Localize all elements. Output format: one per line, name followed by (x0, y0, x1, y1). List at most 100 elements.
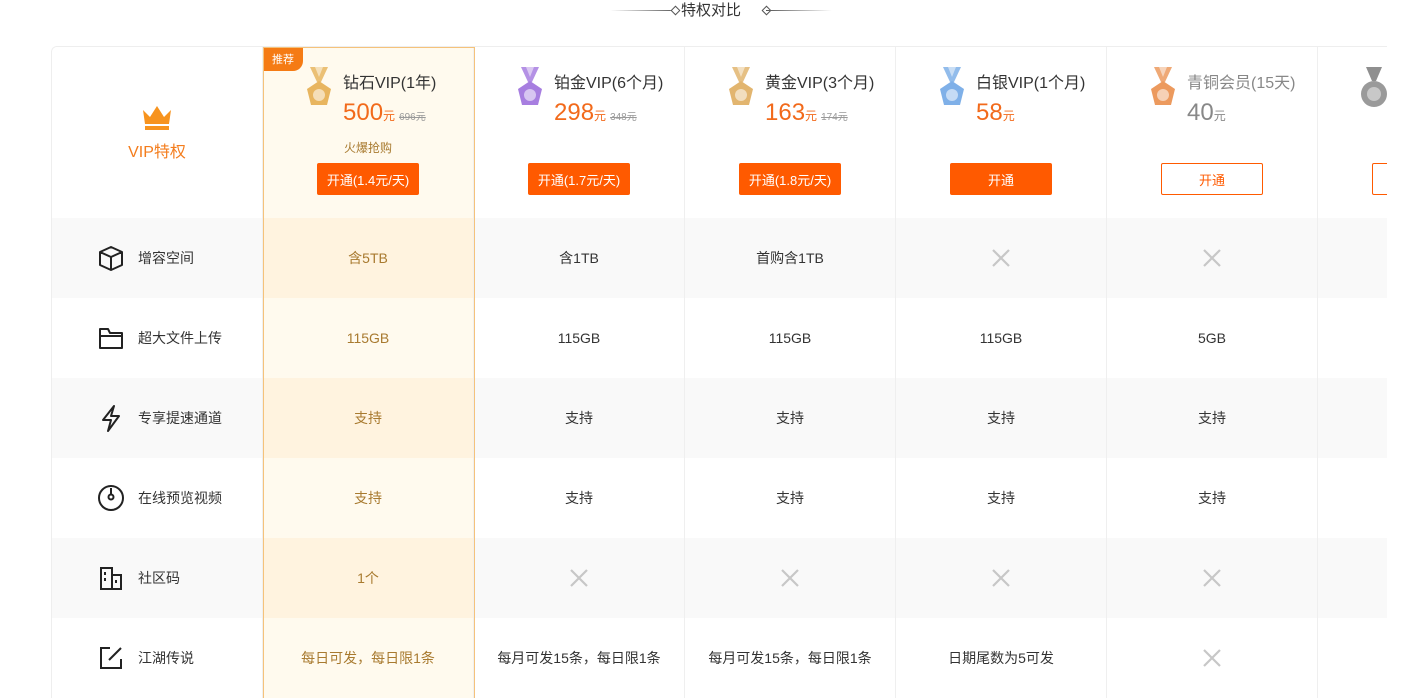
feature-value: 支持 (1198, 410, 1226, 426)
open-plan-button[interactable]: 开通 (950, 163, 1052, 195)
price-unit: 元 (805, 109, 818, 123)
feature-value-cell: 含1TB (474, 218, 685, 298)
title-decoration-left (610, 10, 678, 11)
privilege-comparison-table: VIP特权 推荐 钻石VIP(1年) 500元 696元 火爆抢购 开通(1.4元/天)… (51, 46, 1387, 698)
plan-price: 298 (554, 99, 595, 126)
unsupported-x-icon (781, 569, 799, 587)
feature-value-cell (1107, 218, 1318, 298)
original-price: 174元 (821, 112, 848, 123)
plan-header-cell: 青铜会员(15天) 40元开通 (1107, 47, 1318, 218)
feature-row: 江湖传说 每日可发，每日限1条 每月可发15条，每日限1条 每月可发15条，每日限1… (52, 618, 1387, 698)
vip-privilege-label: VIP特权 (128, 143, 186, 161)
lightning-icon (102, 405, 120, 432)
feature-value: 115GB (768, 330, 812, 346)
feature-value: 日期尾数为5可发 (948, 650, 1054, 666)
hot-sale-tag: 火爆抢购 (343, 141, 392, 155)
open-plan-button[interactable]: 开通(1.4元/天) (317, 163, 419, 195)
feature-value: 首购含1TB (756, 250, 824, 266)
feature-value: 115GB (346, 330, 390, 346)
feature-value-cell: 含5TB (263, 218, 474, 298)
feature-value-cell (685, 538, 896, 618)
feature-value-cell (1318, 218, 1387, 298)
plan-name: 青铜会员(15天) (1187, 75, 1296, 92)
feature-value-cell: 支持 (263, 458, 474, 538)
feature-value-cell: 5GB (1107, 298, 1318, 378)
plan-header-cell: 铂金VIP(6个月) 298元 348元 开通(1.7元/天) (474, 47, 685, 218)
feature-value-cell (1107, 538, 1318, 618)
feature-value: 每日可发，每日限1条 (301, 650, 435, 666)
feature-value: 支持 (354, 410, 382, 426)
original-price: 696元 (399, 112, 426, 123)
price-unit: 元 (1002, 109, 1015, 123)
medal-icon (1361, 67, 1387, 107)
feature-value: 支持 (565, 490, 593, 506)
price-unit: 元 (383, 109, 396, 123)
unsupported-x-icon (1203, 569, 1221, 587)
feature-value-cell: 每月可发15条，每日限1条 (474, 618, 685, 698)
feature-value-cell (896, 218, 1107, 298)
plan-header-row: VIP特权 推荐 钻石VIP(1年) 500元 696元 火爆抢购 开通(1.4元/天)… (52, 47, 1387, 218)
feature-value-cell (1318, 618, 1387, 698)
feature-label-cell: 专享提速通道 (52, 378, 263, 458)
feature-value-cell: 支持 (1107, 458, 1318, 538)
feature-value-cell: 日期尾数为5可发 (896, 618, 1107, 698)
feature-label: 超大文件上传 (138, 330, 222, 346)
feature-value-cell: 支持 (263, 378, 474, 458)
feature-value: 每月可发15条，每日限1条 (708, 650, 872, 666)
feature-row: 增容空间 含5TB 含1TB 首购含1TB (52, 218, 1387, 298)
feature-value: 支持 (987, 410, 1015, 426)
feature-value-cell (896, 538, 1107, 618)
feature-value-cell: 支持 (685, 378, 896, 458)
open-plan-button[interactable]: 开通(1.8元/天) (739, 163, 841, 195)
open-plan-button[interactable]: 开通(1.7元/天) (528, 163, 630, 195)
play-circle-icon (98, 485, 124, 511)
plan-header-cell: 黄金VIP(3个月) 163元 174元 开通(1.8元/天) (685, 47, 896, 218)
feature-label-cell: 超大文件上传 (52, 298, 263, 378)
feature-value: 支持 (776, 490, 804, 506)
feature-value: 含5TB (348, 250, 388, 266)
price-unit: 元 (594, 109, 607, 123)
feature-value-cell: 115GB (685, 298, 896, 378)
medal-icon (518, 67, 542, 105)
feature-row: 社区码 1个 (52, 538, 1387, 618)
plan-price: 40 (1187, 99, 1214, 126)
feature-value-cell (1318, 298, 1387, 378)
unsupported-x-icon (1203, 649, 1221, 667)
feature-value-cell (1318, 538, 1387, 618)
unsupported-x-icon (570, 569, 588, 587)
building-icon (100, 567, 122, 590)
feature-value: 115GB (979, 330, 1023, 346)
open-button[interactable] (1372, 163, 1387, 195)
unsupported-x-icon (992, 249, 1010, 267)
feature-value: 含1TB (559, 250, 599, 266)
feature-label: 在线预览视频 (138, 490, 222, 506)
feature-label-cell: 增容空间 (52, 218, 263, 298)
plan-price: 58 (976, 99, 1003, 126)
crown-icon (142, 105, 171, 130)
medal-icon (307, 67, 331, 105)
medal-icon (729, 67, 753, 105)
feature-value: 每月可发15条，每日限1条 (497, 650, 661, 666)
feature-value-cell: 支持 (685, 458, 896, 538)
vip-privilege-header: VIP特权 (52, 47, 263, 218)
feature-label: 增容空间 (138, 250, 194, 266)
plan-price: 163 (765, 99, 806, 126)
feature-value-cell: 115GB (263, 298, 474, 378)
medal-icon (940, 67, 964, 105)
price-unit: 元 (1213, 109, 1226, 123)
plan-name: 铂金VIP(6个月) (554, 75, 664, 92)
feature-value-cell: 首购含1TB (685, 218, 896, 298)
feature-value-cell (1107, 618, 1318, 698)
feature-value-cell: 支持 (474, 378, 685, 458)
feature-row: 专享提速通道 支持 支持 支持 支持 支持 (52, 378, 1387, 458)
feature-value: 115GB (557, 330, 601, 346)
title-decoration-right (766, 10, 832, 11)
plan-name: 白银VIP(1个月) (976, 75, 1086, 92)
feature-value-cell (474, 538, 685, 618)
plan-header-cell-partial (1318, 47, 1387, 218)
unsupported-x-icon (992, 569, 1010, 587)
feature-label-cell: 在线预览视频 (52, 458, 263, 538)
plan-header-cell: 白银VIP(1个月) 58元开通 (896, 47, 1107, 218)
feature-value-cell: 每月可发15条，每日限1条 (685, 618, 896, 698)
open-plan-button[interactable]: 开通 (1161, 163, 1263, 195)
